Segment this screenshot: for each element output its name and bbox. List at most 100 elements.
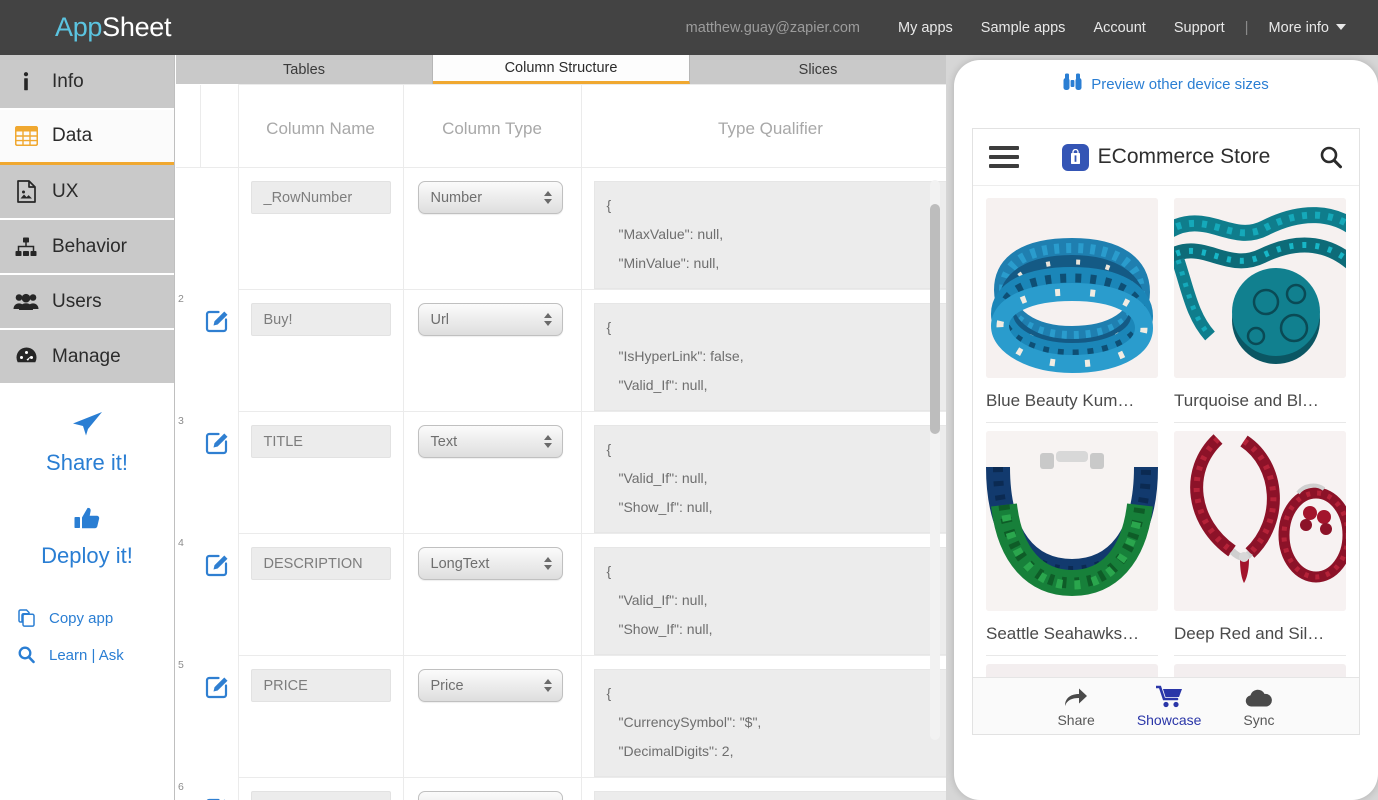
sidebar-label-manage: Manage: [52, 346, 121, 368]
card-divider: [1174, 422, 1346, 423]
learn-ask-label: Learn | Ask: [49, 647, 124, 664]
column-type-select[interactable]: LongText: [418, 547, 563, 580]
cell-column-name: CURRENCY_CODE: [238, 778, 403, 800]
edit-pencil-icon[interactable]: [205, 306, 232, 338]
nav-my-apps[interactable]: My apps: [884, 20, 967, 36]
column-name-input[interactable]: DESCRIPTION: [251, 547, 391, 580]
column-name-input[interactable]: TITLE: [251, 425, 391, 458]
tab-tables[interactable]: Tables: [176, 55, 433, 84]
edit-pencil-icon[interactable]: [205, 672, 232, 704]
cloud-icon: [1245, 684, 1272, 708]
tab-column-structure[interactable]: Column Structure: [433, 55, 690, 84]
sidebar-item-users[interactable]: Users: [0, 275, 174, 330]
product-card[interactable]: Turquoise and Bl…: [1174, 198, 1346, 431]
gauge-icon: [0, 346, 52, 367]
nav-account[interactable]: Account: [1079, 20, 1159, 36]
share-arrow-icon: [1063, 684, 1089, 708]
sidebar-item-manage[interactable]: Manage: [0, 330, 174, 385]
sidebar-item-data[interactable]: Data: [0, 110, 174, 165]
column-type-select[interactable]: Number: [418, 181, 563, 214]
header-edit-column: [200, 85, 238, 168]
column-type-value: LongText: [431, 556, 544, 572]
column-type-select[interactable]: Text: [418, 425, 563, 458]
appsheet-logo[interactable]: AppSheet: [55, 12, 171, 43]
row-number: 6: [176, 778, 200, 800]
qualifier-line: "IsHyperLink": false,: [607, 342, 947, 371]
cell-type-qualifier: { "Valid_If": null, "Show_If": null,: [581, 412, 946, 534]
appsheet-editor: AppSheet matthew.guay@zapier.com My apps…: [0, 0, 1378, 800]
copy-app-link[interactable]: Copy app: [16, 609, 174, 627]
product-image: [986, 198, 1158, 378]
row-edit-cell: [200, 534, 238, 656]
type-qualifier-editor[interactable]: { "MaxValue": null, "MinValue": null,: [594, 181, 947, 289]
cell-column-type: Url: [403, 290, 581, 412]
type-qualifier-editor[interactable]: { "IsHyperLink": false, "Valid_If": null…: [594, 303, 947, 411]
type-qualifier-editor[interactable]: { "Valid_If": null,: [594, 791, 947, 800]
learn-ask-link[interactable]: Learn | Ask: [16, 646, 174, 664]
cell-column-name: TITLE: [238, 412, 403, 534]
column-name-input[interactable]: Buy!: [251, 303, 391, 336]
sidebar-item-behavior[interactable]: Behavior: [0, 220, 174, 275]
column-name-input[interactable]: _RowNumber: [251, 181, 391, 214]
qualifier-line: {: [607, 191, 947, 220]
table-row: 3 TITLE Text: [176, 412, 946, 534]
tab-slices[interactable]: Slices: [690, 55, 946, 84]
bottom-nav-sync-label: Sync: [1243, 712, 1274, 728]
qualifier-line: "DecimalDigits": 2,: [607, 737, 947, 766]
header-column-type: Column Type: [403, 85, 581, 168]
product-card[interactable]: Seattle Seahawks…: [986, 431, 1158, 664]
bottom-nav-share-label: Share: [1057, 712, 1094, 728]
row-edit-cell: [200, 656, 238, 778]
column-type-select[interactable]: Url: [418, 303, 563, 336]
spinner-icon: [544, 679, 552, 692]
nav-sample-apps[interactable]: Sample apps: [967, 20, 1080, 36]
sidebar-item-ux[interactable]: UX: [0, 165, 174, 220]
scrollbar-thumb[interactable]: [930, 204, 940, 434]
table-row: 5 PRICE Price: [176, 656, 946, 778]
account-email: matthew.guay@zapier.com: [686, 20, 860, 36]
bottom-nav-showcase[interactable]: Showcase: [1137, 684, 1202, 728]
edit-pencil-icon[interactable]: [205, 428, 232, 460]
column-type-select[interactable]: Price: [418, 669, 563, 702]
share-it-label: Share it!: [0, 450, 174, 476]
search-icon[interactable]: [1313, 145, 1343, 169]
product-title: Deep Red and Sil…: [1174, 624, 1346, 644]
column-name-input[interactable]: CURRENCY_CODE: [251, 791, 391, 800]
sidebar-item-info[interactable]: Info: [0, 55, 174, 110]
row-edit-cell: [200, 778, 238, 800]
qualifier-line: "MaxValue": null,: [607, 220, 947, 249]
cell-column-name: PRICE: [238, 656, 403, 778]
product-card[interactable]: Blue Beauty Kum…: [986, 198, 1158, 431]
chevron-down-icon: [1336, 24, 1346, 30]
sidebar-label-users: Users: [52, 291, 102, 313]
hamburger-menu-icon[interactable]: [989, 141, 1019, 173]
qualifier-line: {: [607, 435, 947, 464]
type-qualifier-editor[interactable]: { "Valid_If": null, "Show_If": null,: [594, 425, 947, 533]
qualifier-line: "Show_If": null,: [607, 615, 947, 644]
column-name-input[interactable]: PRICE: [251, 669, 391, 702]
nav-support[interactable]: Support: [1160, 20, 1239, 36]
cell-column-name: DESCRIPTION: [238, 534, 403, 656]
edit-pencil-icon[interactable]: [205, 550, 232, 582]
deploy-it-block[interactable]: Deploy it!: [0, 476, 174, 569]
nav-separator: |: [1239, 19, 1255, 36]
preview-device-sizes-link[interactable]: Preview other device sizes: [954, 60, 1378, 108]
type-qualifier-editor[interactable]: { "Valid_If": null, "Show_If": null,: [594, 547, 947, 655]
nav-more-info[interactable]: More info: [1255, 20, 1360, 36]
product-card[interactable]: Deep Red and Sil…: [1174, 431, 1346, 664]
preview-device-sizes-label: Preview other device sizes: [1091, 76, 1269, 93]
row-number: 3: [176, 412, 200, 534]
sidebar-label-ux: UX: [52, 181, 78, 203]
main-content: Tables Column Structure Slices Column Na…: [176, 55, 946, 800]
type-qualifier-editor[interactable]: { "CurrencySymbol": "$", "DecimalDigits"…: [594, 669, 947, 777]
phone-frame: Preview other device sizes ECommerce Sto…: [954, 60, 1378, 800]
bottom-nav-share[interactable]: Share: [1057, 684, 1094, 728]
table-vertical-scrollbar[interactable]: [930, 180, 940, 740]
cell-type-qualifier: { "CurrencySymbol": "$", "DecimalDigits"…: [581, 656, 946, 778]
spinner-icon: [544, 557, 552, 570]
edit-pencil-icon[interactable]: [205, 794, 232, 800]
share-it-block[interactable]: Share it!: [0, 385, 174, 476]
bottom-nav-sync[interactable]: Sync: [1243, 684, 1274, 728]
thumbs-up-icon: [0, 506, 174, 534]
column-type-select[interactable]: Text: [418, 791, 563, 800]
